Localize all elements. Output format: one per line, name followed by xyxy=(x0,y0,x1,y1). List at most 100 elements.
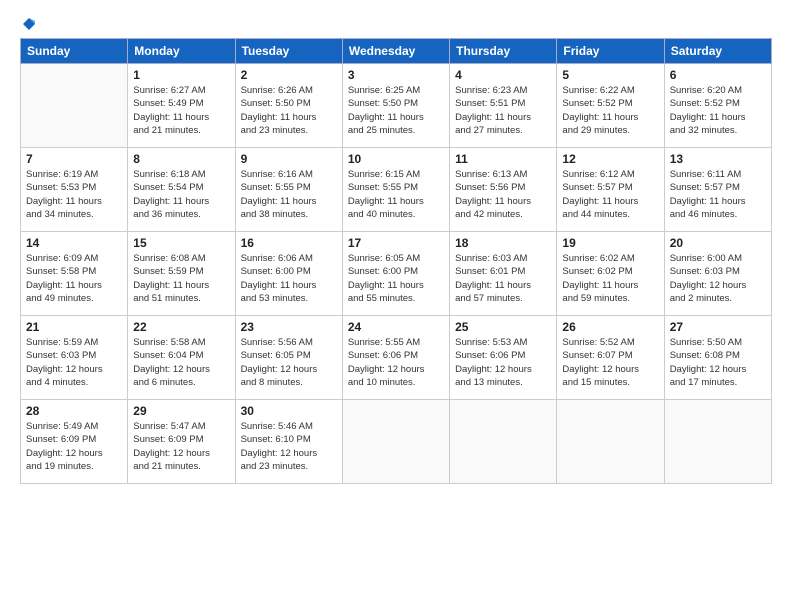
day-info: Sunrise: 6:00 AM Sunset: 6:03 PM Dayligh… xyxy=(670,252,766,305)
day-number: 22 xyxy=(133,320,229,334)
calendar-cell: 12 Sunrise: 6:12 AM Sunset: 5:57 PM Dayli… xyxy=(557,148,664,232)
calendar-cell: 16 Sunrise: 6:06 AM Sunset: 6:00 PM Dayli… xyxy=(235,232,342,316)
day-number: 28 xyxy=(26,404,122,418)
day-info: Sunrise: 6:25 AM Sunset: 5:50 PM Dayligh… xyxy=(348,84,444,137)
day-info: Sunrise: 5:53 AM Sunset: 6:06 PM Dayligh… xyxy=(455,336,551,389)
calendar-cell: 8Sunrise: 6:18 AM Sunset: 5:54 PM Daylig… xyxy=(128,148,235,232)
day-info: Sunrise: 6:02 AM Sunset: 6:02 PM Dayligh… xyxy=(562,252,658,305)
day-info: Sunrise: 6:05 AM Sunset: 6:00 PM Dayligh… xyxy=(348,252,444,305)
day-info: Sunrise: 5:46 AM Sunset: 6:10 PM Dayligh… xyxy=(241,420,337,473)
day-info: Sunrise: 6:11 AM Sunset: 5:57 PM Dayligh… xyxy=(670,168,766,221)
day-header-friday: Friday xyxy=(557,39,664,64)
day-number: 16 xyxy=(241,236,337,250)
calendar-week-2: 7Sunrise: 6:19 AM Sunset: 5:53 PM Daylig… xyxy=(21,148,772,232)
calendar-body: 1 Sunrise: 6:27 AM Sunset: 5:49 PM Daylig… xyxy=(21,64,772,484)
calendar-week-3: 14 Sunrise: 6:09 AM Sunset: 5:58 PM Dayli… xyxy=(21,232,772,316)
calendar-cell: 6Sunrise: 6:20 AM Sunset: 5:52 PM Daylig… xyxy=(664,64,771,148)
day-number: 14 xyxy=(26,236,122,250)
day-info: Sunrise: 6:12 AM Sunset: 5:57 PM Dayligh… xyxy=(562,168,658,221)
day-header-monday: Monday xyxy=(128,39,235,64)
calendar-week-5: 28 Sunrise: 5:49 AM Sunset: 6:09 PM Dayli… xyxy=(21,400,772,484)
calendar-cell: 17 Sunrise: 6:05 AM Sunset: 6:00 PM Dayli… xyxy=(342,232,449,316)
day-info: Sunrise: 6:23 AM Sunset: 5:51 PM Dayligh… xyxy=(455,84,551,137)
day-info: Sunrise: 5:49 AM Sunset: 6:09 PM Dayligh… xyxy=(26,420,122,473)
day-number: 20 xyxy=(670,236,766,250)
calendar-cell: 18Sunrise: 6:03 AM Sunset: 6:01 PM Dayli… xyxy=(450,232,557,316)
day-info: Sunrise: 5:47 AM Sunset: 6:09 PM Dayligh… xyxy=(133,420,229,473)
day-info: Sunrise: 5:55 AM Sunset: 6:06 PM Dayligh… xyxy=(348,336,444,389)
calendar-cell: 24 Sunrise: 5:55 AM Sunset: 6:06 PM Dayli… xyxy=(342,316,449,400)
day-number: 8 xyxy=(133,152,229,166)
logo xyxy=(20,16,37,30)
calendar-header-row: SundayMondayTuesdayWednesdayThursdayFrid… xyxy=(21,39,772,64)
logo-icon xyxy=(21,16,37,32)
day-info: Sunrise: 6:06 AM Sunset: 6:00 PM Dayligh… xyxy=(241,252,337,305)
day-info: Sunrise: 5:52 AM Sunset: 6:07 PM Dayligh… xyxy=(562,336,658,389)
day-header-sunday: Sunday xyxy=(21,39,128,64)
calendar-cell: 19 Sunrise: 6:02 AM Sunset: 6:02 PM Dayli… xyxy=(557,232,664,316)
calendar-cell: 21 Sunrise: 5:59 AM Sunset: 6:03 PM Dayli… xyxy=(21,316,128,400)
day-number: 23 xyxy=(241,320,337,334)
day-info: Sunrise: 5:58 AM Sunset: 6:04 PM Dayligh… xyxy=(133,336,229,389)
calendar-cell xyxy=(21,64,128,148)
calendar-cell: 1 Sunrise: 6:27 AM Sunset: 5:49 PM Daylig… xyxy=(128,64,235,148)
calendar-cell xyxy=(450,400,557,484)
day-header-wednesday: Wednesday xyxy=(342,39,449,64)
calendar-cell: 28 Sunrise: 5:49 AM Sunset: 6:09 PM Dayli… xyxy=(21,400,128,484)
day-number: 21 xyxy=(26,320,122,334)
day-number: 26 xyxy=(562,320,658,334)
day-number: 25 xyxy=(455,320,551,334)
day-number: 13 xyxy=(670,152,766,166)
day-number: 7 xyxy=(26,152,122,166)
calendar-cell: 20 Sunrise: 6:00 AM Sunset: 6:03 PM Dayli… xyxy=(664,232,771,316)
calendar-cell: 4 Sunrise: 6:23 AM Sunset: 5:51 PM Daylig… xyxy=(450,64,557,148)
calendar-cell: 14 Sunrise: 6:09 AM Sunset: 5:58 PM Dayli… xyxy=(21,232,128,316)
day-info: Sunrise: 6:26 AM Sunset: 5:50 PM Dayligh… xyxy=(241,84,337,137)
day-info: Sunrise: 6:08 AM Sunset: 5:59 PM Dayligh… xyxy=(133,252,229,305)
calendar-cell: 29 Sunrise: 5:47 AM Sunset: 6:09 PM Dayli… xyxy=(128,400,235,484)
day-info: Sunrise: 5:56 AM Sunset: 6:05 PM Dayligh… xyxy=(241,336,337,389)
day-number: 18 xyxy=(455,236,551,250)
calendar-cell: 9Sunrise: 6:16 AM Sunset: 5:55 PM Daylig… xyxy=(235,148,342,232)
day-header-tuesday: Tuesday xyxy=(235,39,342,64)
calendar-cell: 23 Sunrise: 5:56 AM Sunset: 6:05 PM Dayli… xyxy=(235,316,342,400)
calendar-table: SundayMondayTuesdayWednesdayThursdayFrid… xyxy=(20,38,772,484)
day-number: 19 xyxy=(562,236,658,250)
calendar-cell: 11Sunrise: 6:13 AM Sunset: 5:56 PM Dayli… xyxy=(450,148,557,232)
day-info: Sunrise: 6:09 AM Sunset: 5:58 PM Dayligh… xyxy=(26,252,122,305)
calendar-cell: 30 Sunrise: 5:46 AM Sunset: 6:10 PM Dayli… xyxy=(235,400,342,484)
calendar-cell: 22 Sunrise: 5:58 AM Sunset: 6:04 PM Dayli… xyxy=(128,316,235,400)
day-number: 4 xyxy=(455,68,551,82)
day-number: 10 xyxy=(348,152,444,166)
calendar-week-4: 21 Sunrise: 5:59 AM Sunset: 6:03 PM Dayli… xyxy=(21,316,772,400)
calendar-cell: 26 Sunrise: 5:52 AM Sunset: 6:07 PM Dayli… xyxy=(557,316,664,400)
day-number: 15 xyxy=(133,236,229,250)
day-number: 29 xyxy=(133,404,229,418)
day-header-saturday: Saturday xyxy=(664,39,771,64)
day-number: 1 xyxy=(133,68,229,82)
day-number: 6 xyxy=(670,68,766,82)
day-number: 5 xyxy=(562,68,658,82)
day-info: Sunrise: 6:27 AM Sunset: 5:49 PM Dayligh… xyxy=(133,84,229,137)
calendar-cell: 5 Sunrise: 6:22 AM Sunset: 5:52 PM Daylig… xyxy=(557,64,664,148)
day-number: 17 xyxy=(348,236,444,250)
day-info: Sunrise: 5:59 AM Sunset: 6:03 PM Dayligh… xyxy=(26,336,122,389)
day-header-thursday: Thursday xyxy=(450,39,557,64)
calendar-week-1: 1 Sunrise: 6:27 AM Sunset: 5:49 PM Daylig… xyxy=(21,64,772,148)
calendar-cell xyxy=(664,400,771,484)
day-number: 24 xyxy=(348,320,444,334)
day-number: 11 xyxy=(455,152,551,166)
page-header xyxy=(20,16,772,30)
calendar-cell: 2 Sunrise: 6:26 AM Sunset: 5:50 PM Daylig… xyxy=(235,64,342,148)
day-number: 9 xyxy=(241,152,337,166)
calendar-cell: 15 Sunrise: 6:08 AM Sunset: 5:59 PM Dayli… xyxy=(128,232,235,316)
calendar-cell: 7Sunrise: 6:19 AM Sunset: 5:53 PM Daylig… xyxy=(21,148,128,232)
day-number: 12 xyxy=(562,152,658,166)
day-number: 2 xyxy=(241,68,337,82)
calendar-cell: 25 Sunrise: 5:53 AM Sunset: 6:06 PM Dayli… xyxy=(450,316,557,400)
day-number: 30 xyxy=(241,404,337,418)
day-info: Sunrise: 6:15 AM Sunset: 5:55 PM Dayligh… xyxy=(348,168,444,221)
day-number: 27 xyxy=(670,320,766,334)
day-info: Sunrise: 6:22 AM Sunset: 5:52 PM Dayligh… xyxy=(562,84,658,137)
day-info: Sunrise: 5:50 AM Sunset: 6:08 PM Dayligh… xyxy=(670,336,766,389)
